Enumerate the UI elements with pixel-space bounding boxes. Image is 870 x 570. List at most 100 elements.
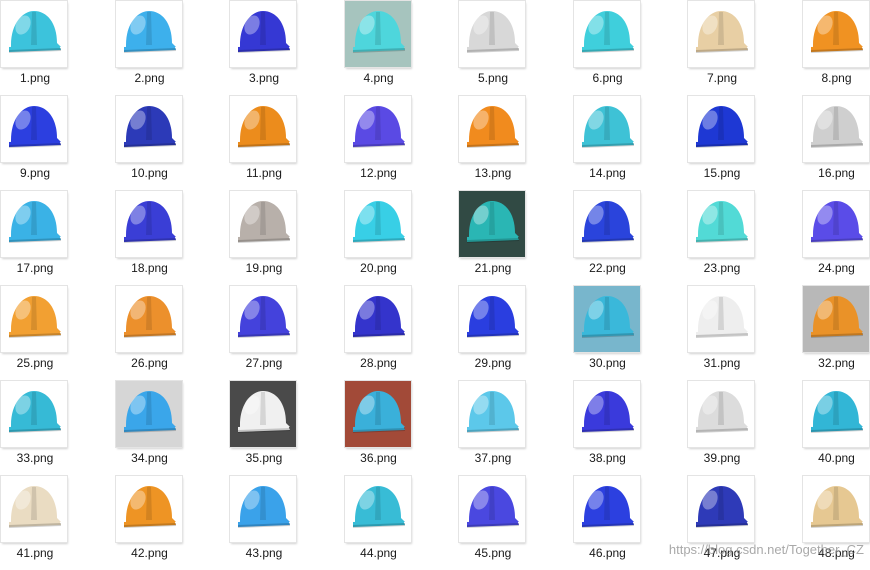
file-name-label[interactable]: 4.png	[322, 71, 436, 85]
file-name-label[interactable]: 7.png	[665, 71, 779, 85]
file-item[interactable]: 1.png	[0, 0, 92, 95]
file-name-label[interactable]: 46.png	[551, 546, 665, 560]
file-name-label[interactable]: 44.png	[322, 546, 436, 560]
file-name-label[interactable]: 12.png	[322, 166, 436, 180]
file-item[interactable]: 29.png	[436, 285, 550, 380]
file-item[interactable]: 3.png	[207, 0, 321, 95]
file-item[interactable]: 20.png	[322, 190, 436, 285]
file-name-label[interactable]: 40.png	[780, 451, 870, 465]
file-name-label[interactable]: 41.png	[0, 546, 92, 560]
file-item[interactable]: 48.png	[780, 475, 870, 570]
file-name-label[interactable]: 5.png	[436, 71, 550, 85]
file-item[interactable]: 33.png	[0, 380, 92, 475]
helmet-thumbnail[interactable]	[688, 1, 754, 67]
helmet-thumbnail[interactable]	[574, 476, 640, 542]
file-name-label[interactable]: 2.png	[93, 71, 207, 85]
file-item[interactable]: 27.png	[207, 285, 321, 380]
file-item[interactable]: 30.png	[551, 285, 665, 380]
helmet-thumbnail[interactable]	[574, 286, 640, 352]
helmet-thumbnail[interactable]	[230, 476, 296, 542]
file-item[interactable]: 32.png	[780, 285, 870, 380]
helmet-thumbnail[interactable]	[459, 191, 525, 257]
file-name-label[interactable]: 6.png	[551, 71, 665, 85]
file-item[interactable]: 6.png	[551, 0, 665, 95]
file-name-label[interactable]: 15.png	[665, 166, 779, 180]
file-item[interactable]: 12.png	[322, 95, 436, 190]
helmet-thumbnail[interactable]	[345, 286, 411, 352]
file-name-label[interactable]: 21.png	[436, 261, 550, 275]
file-name-label[interactable]: 25.png	[0, 356, 92, 370]
file-name-label[interactable]: 3.png	[207, 71, 321, 85]
file-name-label[interactable]: 20.png	[322, 261, 436, 275]
file-item[interactable]: 42.png	[93, 475, 207, 570]
helmet-thumbnail[interactable]	[230, 381, 296, 447]
file-name-label[interactable]: 8.png	[780, 71, 870, 85]
file-name-label[interactable]: 17.png	[0, 261, 92, 275]
helmet-thumbnail[interactable]	[116, 96, 182, 162]
file-item[interactable]: 10.png	[93, 95, 207, 190]
file-name-label[interactable]: 9.png	[0, 166, 92, 180]
file-item[interactable]: 5.png	[436, 0, 550, 95]
file-name-label[interactable]: 26.png	[93, 356, 207, 370]
file-item[interactable]: 46.png	[551, 475, 665, 570]
helmet-thumbnail[interactable]	[803, 381, 869, 447]
file-name-label[interactable]: 10.png	[93, 166, 207, 180]
file-item[interactable]: 25.png	[0, 285, 92, 380]
file-item[interactable]: 47.png	[665, 475, 779, 570]
file-name-label[interactable]: 39.png	[665, 451, 779, 465]
file-name-label[interactable]: 28.png	[322, 356, 436, 370]
file-item[interactable]: 35.png	[207, 380, 321, 475]
file-name-label[interactable]: 11.png	[207, 166, 321, 180]
helmet-thumbnail[interactable]	[230, 191, 296, 257]
file-item[interactable]: 28.png	[322, 285, 436, 380]
helmet-thumbnail[interactable]	[345, 96, 411, 162]
helmet-thumbnail[interactable]	[803, 476, 869, 542]
file-name-label[interactable]: 36.png	[322, 451, 436, 465]
helmet-thumbnail[interactable]	[459, 286, 525, 352]
file-item[interactable]: 37.png	[436, 380, 550, 475]
file-name-label[interactable]: 1.png	[0, 71, 92, 85]
file-name-label[interactable]: 18.png	[93, 261, 207, 275]
helmet-thumbnail[interactable]	[345, 1, 411, 67]
helmet-thumbnail[interactable]	[230, 1, 296, 67]
helmet-thumbnail[interactable]	[574, 96, 640, 162]
helmet-thumbnail[interactable]	[803, 286, 869, 352]
helmet-thumbnail[interactable]	[1, 96, 67, 162]
file-name-label[interactable]: 33.png	[0, 451, 92, 465]
helmet-thumbnail[interactable]	[688, 381, 754, 447]
helmet-thumbnail[interactable]	[459, 381, 525, 447]
helmet-thumbnail[interactable]	[1, 476, 67, 542]
file-item[interactable]: 16.png	[780, 95, 870, 190]
file-item[interactable]: 11.png	[207, 95, 321, 190]
helmet-thumbnail[interactable]	[230, 286, 296, 352]
helmet-thumbnail[interactable]	[459, 476, 525, 542]
file-item[interactable]: 17.png	[0, 190, 92, 285]
helmet-thumbnail[interactable]	[688, 476, 754, 542]
file-name-label[interactable]: 31.png	[665, 356, 779, 370]
file-item[interactable]: 13.png	[436, 95, 550, 190]
helmet-thumbnail[interactable]	[459, 96, 525, 162]
file-item[interactable]: 43.png	[207, 475, 321, 570]
helmet-thumbnail[interactable]	[116, 1, 182, 67]
file-item[interactable]: 36.png	[322, 380, 436, 475]
helmet-thumbnail[interactable]	[345, 381, 411, 447]
helmet-thumbnail[interactable]	[1, 1, 67, 67]
file-item[interactable]: 34.png	[93, 380, 207, 475]
helmet-thumbnail[interactable]	[345, 476, 411, 542]
helmet-thumbnail[interactable]	[116, 191, 182, 257]
file-item[interactable]: 45.png	[436, 475, 550, 570]
file-name-label[interactable]: 29.png	[436, 356, 550, 370]
helmet-thumbnail[interactable]	[230, 96, 296, 162]
file-item[interactable]: 8.png	[780, 0, 870, 95]
file-item[interactable]: 18.png	[93, 190, 207, 285]
file-item[interactable]: 21.png	[436, 190, 550, 285]
helmet-thumbnail[interactable]	[1, 286, 67, 352]
file-name-label[interactable]: 13.png	[436, 166, 550, 180]
file-name-label[interactable]: 48.png	[780, 546, 870, 560]
helmet-thumbnail[interactable]	[574, 381, 640, 447]
file-item[interactable]: 22.png	[551, 190, 665, 285]
helmet-thumbnail[interactable]	[803, 191, 869, 257]
helmet-thumbnail[interactable]	[688, 286, 754, 352]
helmet-thumbnail[interactable]	[116, 286, 182, 352]
file-name-label[interactable]: 32.png	[780, 356, 870, 370]
